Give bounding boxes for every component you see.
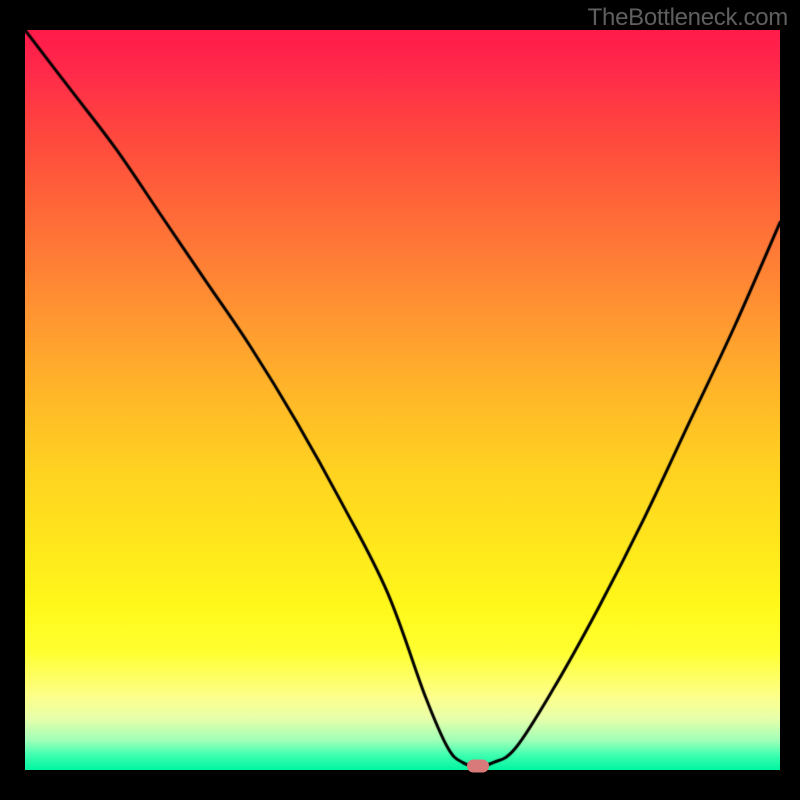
plot-area [25, 30, 780, 770]
watermark-text: TheBottleneck.com [588, 4, 788, 32]
optimal-point-marker [467, 760, 489, 773]
bottleneck-curve-line [25, 30, 780, 770]
